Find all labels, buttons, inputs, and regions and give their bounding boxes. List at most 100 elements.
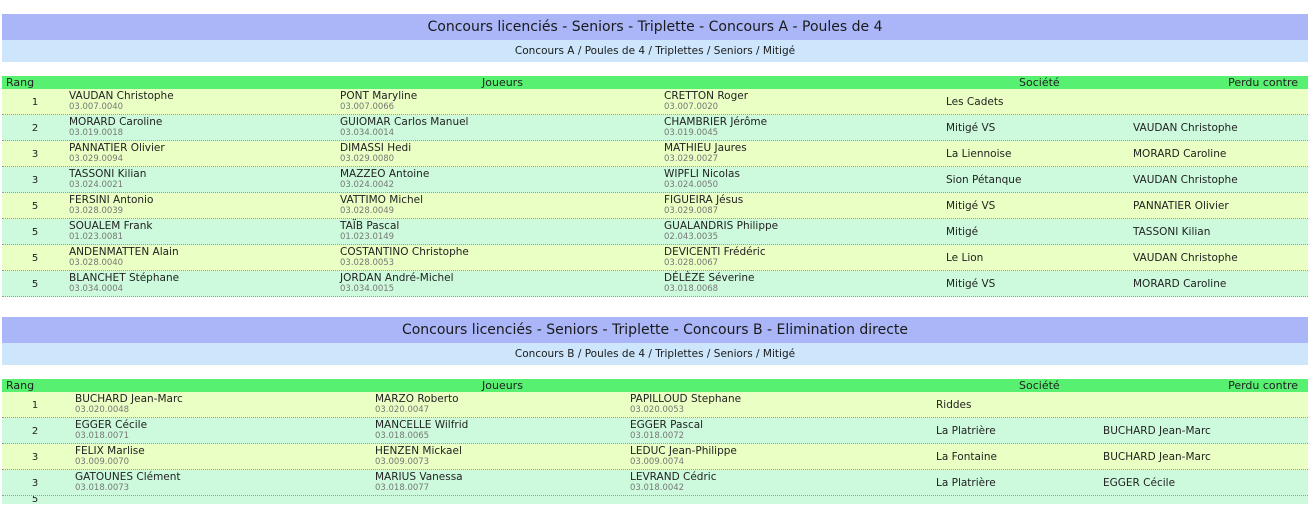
- rank-cell: 1: [31, 97, 39, 108]
- player-license: 02.043.0035: [664, 232, 719, 242]
- competition-title: Concours licenciés - Seniors - Triplette…: [2, 317, 1308, 343]
- lost-against-cell: MORARD Caroline: [1133, 278, 1227, 290]
- player-name: MATHIEU Jaures: [664, 142, 747, 154]
- rank-cell: 2: [31, 123, 39, 134]
- rank-cell: 5: [31, 253, 39, 264]
- player-license: 03.009.0070: [75, 457, 130, 467]
- table-row: 2 MORARD Caroline 03.019.0018 GUIOMAR Carlo…: [2, 115, 1308, 141]
- player-cell: TAÏB Pascal 01.023.0149: [340, 220, 399, 243]
- player-cell: EGGER Cécile 03.018.0071: [75, 419, 147, 442]
- player-name: GUIOMAR Carlos Manuel: [340, 116, 469, 128]
- player-cell: GATOUNES Clément 03.018.0073: [75, 471, 181, 494]
- player-license: 03.024.0021: [69, 180, 124, 190]
- rank-cell: 3: [31, 149, 39, 160]
- club-cell: Mitigé VS: [946, 122, 996, 134]
- player-license: 03.028.0067: [664, 258, 719, 268]
- player-license: 03.029.0087: [664, 206, 719, 216]
- player-license: 03.028.0039: [69, 206, 124, 216]
- player-license: 03.018.0072: [630, 431, 685, 441]
- lost-against-cell: BUCHARD Jean-Marc: [1103, 451, 1211, 463]
- lost-against-cell: MORARD Caroline: [1133, 148, 1227, 160]
- player-name: VAUDAN Christophe: [69, 90, 174, 102]
- lost-against-cell: VAUDAN Christophe: [1133, 122, 1238, 134]
- player-license: 03.007.0040: [69, 102, 124, 112]
- rank-cell: 5: [31, 496, 39, 504]
- player-name: COSTANTINO Christophe: [340, 246, 469, 258]
- player-name: FIGUEIRA Jésus: [664, 194, 744, 206]
- player-cell: GUIOMAR Carlos Manuel 03.034.0014: [340, 116, 468, 139]
- player-license: 03.007.0020: [664, 102, 719, 112]
- player-name: JORDAN André-Michel: [340, 272, 454, 284]
- player-cell: BUCHARD Jean-Marc 03.020.0048: [75, 393, 183, 416]
- table-row: 5 SOUALEM Frank 01.023.0081 TAÏB Pascal 01.0…: [2, 219, 1308, 245]
- player-license: 03.028.0049: [340, 206, 395, 216]
- player-name: BLANCHET Stéphane: [69, 272, 180, 284]
- player-cell: VATTIMO Michel 03.028.0049: [340, 194, 423, 217]
- player-cell: DEVICENTI Frédéric 03.028.0067: [664, 246, 766, 269]
- player-name: FELIX Marlise: [75, 445, 145, 457]
- header-joueurs: Joueurs: [482, 76, 523, 89]
- player-name: EGGER Pascal: [630, 419, 704, 431]
- lost-against-cell: PANNATIER Olivier: [1133, 200, 1229, 212]
- lost-against-cell: EGGER Cécile: [1103, 477, 1176, 489]
- player-license: 03.029.0027: [664, 154, 719, 164]
- competition-title: Concours licenciés - Seniors - Triplette…: [2, 14, 1308, 40]
- player-name: BUCHARD Jean-Marc: [75, 393, 183, 405]
- player-name: EGGER Cécile: [75, 419, 148, 431]
- player-license: 03.019.0045: [664, 128, 719, 138]
- club-cell: Riddes: [936, 399, 972, 411]
- club-cell: La Platrière: [936, 425, 996, 437]
- table-row: 5 FERSINI Antonio 03.028.0039 VATTIMO Miche…: [2, 193, 1308, 219]
- player-cell: MAZZEO Antoine 03.024.0042: [340, 168, 429, 191]
- player-license: 01.023.0081: [69, 232, 124, 242]
- player-license: 03.018.0042: [630, 483, 685, 493]
- player-name: MAZZEO Antoine: [340, 168, 430, 180]
- player-cell: GUALANDRIS Philippe 02.043.0035: [664, 220, 778, 243]
- player-cell: CRETTON Roger 03.007.0020: [664, 90, 748, 113]
- player-name: MARZO Roberto: [375, 393, 459, 405]
- player-cell: MORARD Caroline 03.019.0018: [69, 116, 162, 139]
- player-cell: FERSINI Antonio 03.028.0039: [69, 194, 153, 217]
- player-cell: PONT Maryline 03.007.0066: [340, 90, 417, 113]
- player-name: DÉLÈZE Séverine: [664, 272, 755, 284]
- player-license: 03.034.0015: [340, 284, 395, 294]
- player-license: 03.018.0071: [75, 431, 130, 441]
- table-body: 1 VAUDAN Christophe 03.007.0040 PONT Maryli…: [2, 89, 1308, 297]
- player-cell: EGGER Pascal 03.018.0072: [630, 419, 703, 442]
- player-cell: MARIUS Vanessa 03.018.0077: [375, 471, 463, 494]
- player-cell: TASSONI Kilian 03.024.0021: [69, 168, 146, 191]
- header-rang: Rang: [6, 76, 35, 89]
- table-row: 3 TASSONI Kilian 03.024.0021 MAZZEO Antoine…: [2, 167, 1308, 193]
- player-license: 03.018.0065: [375, 431, 430, 441]
- results-table: Rang Joueurs Société Perdu contre 1 VAUDA…: [2, 76, 1308, 297]
- player-name: VATTIMO Michel: [340, 194, 424, 206]
- player-cell: MATHIEU Jaures 03.029.0027: [664, 142, 747, 165]
- player-license: 03.020.0047: [375, 405, 430, 415]
- header-joueurs: Joueurs: [482, 379, 523, 392]
- player-cell: DIMASSI Hedi 03.029.0080: [340, 142, 411, 165]
- competition-section-a: Concours licenciés - Seniors - Triplette…: [2, 14, 1308, 297]
- header-societe: Société: [1019, 379, 1060, 392]
- player-name: LEVRAND Cédric: [630, 471, 717, 483]
- player-name: LEDUC Jean-Philippe: [630, 445, 737, 457]
- rank-cell: 3: [31, 175, 39, 186]
- club-cell: Le Lion: [946, 252, 984, 264]
- club-cell: Mitigé VS: [946, 200, 996, 212]
- player-cell: LEVRAND Cédric 03.018.0042: [630, 471, 716, 494]
- player-name: PANNATIER Olivier: [69, 142, 165, 154]
- player-cell: VAUDAN Christophe 03.007.0040: [69, 90, 174, 113]
- player-license: 03.028.0040: [69, 258, 124, 268]
- player-license: 03.018.0073: [75, 483, 130, 493]
- player-name: SOUALEM Frank: [69, 220, 153, 232]
- player-name: MARIUS Vanessa: [375, 471, 463, 483]
- player-license: 03.019.0018: [69, 128, 124, 138]
- player-cell: MARZO Roberto 03.020.0047: [375, 393, 459, 416]
- table-row: 5 BLANCHET Stéphane 03.034.0004 JORDAN Andr…: [2, 271, 1308, 297]
- player-license: 03.009.0074: [630, 457, 685, 467]
- player-license: 03.034.0014: [340, 128, 395, 138]
- club-cell: La Liennoise: [946, 148, 1012, 160]
- player-license: 03.020.0053: [630, 405, 685, 415]
- competition-subtitle: Concours B / Poules de 4 / Triplettes / …: [2, 343, 1308, 365]
- rank-cell: 3: [31, 478, 39, 489]
- table-row: 3 PANNATIER Olivier 03.029.0094 DIMASSI Hed…: [2, 141, 1308, 167]
